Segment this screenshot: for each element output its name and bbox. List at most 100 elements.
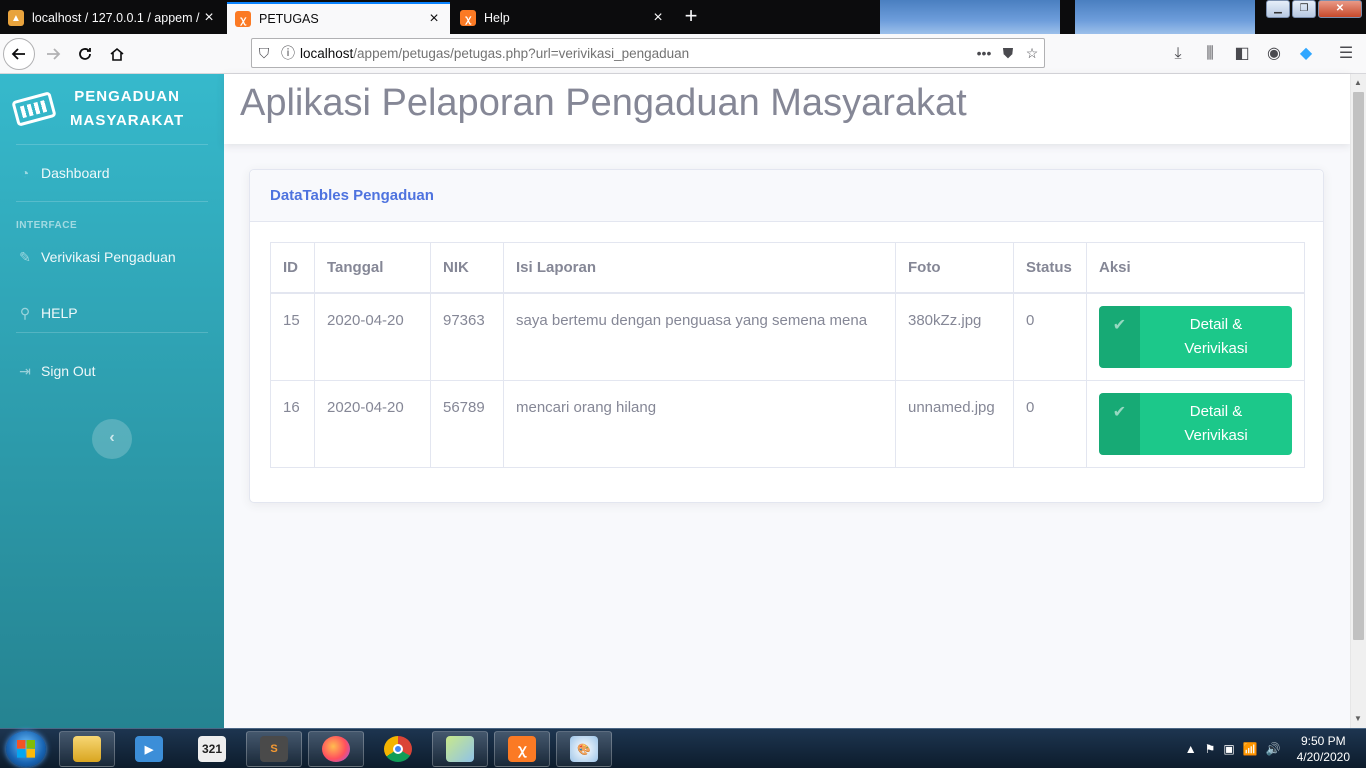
address-bar[interactable]: ⛉ ⓘ localhost/appem/petugas/petugas.php?…	[251, 38, 1045, 68]
sidebar-brand[interactable]: PENGADUAN MASYARAKAT	[0, 74, 224, 144]
taskbar-file-explorer[interactable]	[59, 731, 115, 767]
clock-date: 4/20/2020	[1296, 750, 1350, 764]
window-background	[880, 0, 1060, 34]
sublime-text-icon: S	[260, 736, 288, 762]
sign-out-icon: ⇥	[19, 362, 31, 379]
datatable-card: DataTables Pengaduan ID Tanggal NIK Isi …	[249, 169, 1324, 503]
downloads-icon[interactable]: ⤓	[1166, 42, 1190, 66]
taskbar-sublime-text[interactable]: S	[246, 731, 302, 767]
sidebar-toggle-button[interactable]: ‹	[92, 419, 132, 459]
account-icon[interactable]: ◉	[1262, 42, 1286, 66]
cell-aksi: ✔ Detail & Verivikasi	[1086, 380, 1305, 468]
start-button[interactable]	[6, 731, 46, 767]
info-icon[interactable]: ⓘ	[276, 43, 300, 63]
page-actions-icon[interactable]: •••	[972, 45, 996, 61]
cell-nik: 97363	[430, 292, 504, 381]
forward-button[interactable]	[37, 38, 69, 70]
button-label-line-2: Verivikasi	[1184, 427, 1248, 444]
taskbar-paint[interactable]: 🎨	[556, 731, 612, 767]
browser-tab-phpmyadmin[interactable]: ▲ localhost / 127.0.0.1 / appem / d ×	[0, 2, 225, 34]
home-icon	[110, 47, 124, 61]
back-button[interactable]	[3, 38, 35, 70]
sidebar-item-dashboard[interactable]: ◔ Dashboard	[0, 145, 224, 201]
shield-icon[interactable]: ⛉	[252, 45, 276, 62]
cell-nik: 56789	[430, 380, 504, 468]
arrow-left-icon	[11, 48, 25, 60]
close-tab-icon[interactable]: ×	[201, 10, 217, 26]
clock-time: 9:50 PM	[1300, 734, 1346, 748]
close-window-button[interactable]: ✕	[1318, 0, 1362, 18]
detail-verivikasi-button[interactable]: ✔ Detail & Verivikasi	[1099, 305, 1292, 368]
browser-tab-strip: ▲ localhost / 127.0.0.1 / appem / d × ꭓ …	[0, 0, 1366, 34]
taskbar-xampp[interactable]: ꭓ	[494, 731, 550, 767]
cell-tanggal: 2020-04-20	[314, 380, 431, 468]
taskbar-chrome[interactable]	[370, 731, 426, 767]
column-header-nik[interactable]: NIK	[430, 242, 504, 294]
column-header-tanggal[interactable]: Tanggal	[314, 242, 431, 294]
cell-aksi: ✔ Detail & Verivikasi	[1086, 292, 1305, 381]
scroll-down-arrow-icon[interactable]: ▼	[1354, 714, 1362, 723]
firefox-icon	[322, 736, 350, 762]
topbar: Aplikasi Pelaporan Pengaduan Masyarakat	[224, 74, 1350, 144]
bookmark-star-icon[interactable]: ☆	[1020, 45, 1044, 62]
chrome-icon	[384, 736, 412, 762]
new-tab-button[interactable]: +	[680, 4, 702, 28]
sidebar-item-verivikasi[interactable]: ✎ Verivikasi Pengaduan	[0, 238, 224, 276]
page-scrollbar[interactable]: ▲ ▼	[1350, 74, 1366, 728]
url-path: /appem/petugas/petugas.php?url=verivikas…	[353, 45, 690, 61]
sidebar-item-signout[interactable]: ⇥ Sign Out	[0, 333, 224, 409]
cell-status: 0	[1013, 380, 1087, 468]
table-header-row: ID Tanggal NIK Isi Laporan Foto Status A…	[270, 242, 1305, 294]
browser-navigation-bar: ⛉ ⓘ localhost/appem/petugas/petugas.php?…	[0, 34, 1366, 74]
sidebar-item-label: Dashboard	[41, 165, 110, 181]
keyboard-icon	[11, 91, 57, 127]
xampp-icon: ꭓ	[508, 736, 536, 762]
cell-foto: 380kZz.jpg	[895, 292, 1014, 381]
table-row: 16 2020-04-20 56789 mencari orang hilang…	[270, 380, 1305, 468]
close-tab-icon[interactable]: ×	[650, 10, 666, 26]
column-header-isi-laporan[interactable]: Isi Laporan	[503, 242, 896, 294]
tab-title: Help	[484, 11, 510, 25]
taskbar-firefox[interactable]	[308, 731, 364, 767]
paint-icon: 🎨	[570, 736, 598, 762]
column-header-status[interactable]: Status	[1013, 242, 1087, 294]
browser-tab-help[interactable]: ꭓ Help ×	[452, 2, 674, 34]
sidebar-item-label: Sign Out	[41, 363, 96, 379]
device-icon[interactable]: ▣	[1223, 742, 1234, 756]
show-hidden-icons-icon[interactable]: ▲	[1185, 742, 1197, 756]
media-player-icon: ▶	[135, 736, 163, 762]
taskbar-media-player[interactable]: ▶	[121, 731, 177, 767]
system-clock[interactable]: 9:50 PM 4/20/2020	[1297, 733, 1350, 765]
sidebar-item-label: HELP	[41, 305, 78, 321]
scrollbar-thumb[interactable]	[1353, 92, 1364, 640]
menu-icon[interactable]: ☰	[1334, 42, 1358, 66]
column-header-foto[interactable]: Foto	[895, 242, 1014, 294]
table-row: 15 2020-04-20 97363 saya bertemu dengan …	[270, 292, 1305, 381]
taskbar-sticky-notes[interactable]	[432, 731, 488, 767]
close-tab-icon[interactable]: ×	[426, 11, 442, 27]
action-center-flag-icon[interactable]: ⚑	[1205, 742, 1216, 756]
cell-foto: unnamed.jpg	[895, 380, 1014, 468]
detail-verivikasi-button[interactable]: ✔ Detail & Verivikasi	[1099, 393, 1292, 455]
reload-button[interactable]	[69, 38, 101, 70]
pengaduan-table: ID Tanggal NIK Isi Laporan Foto Status A…	[270, 242, 1305, 468]
column-header-id[interactable]: ID	[270, 242, 315, 294]
home-button[interactable]	[101, 38, 133, 70]
extension-icon[interactable]: ◆	[1294, 42, 1318, 66]
sidebar: PENGADUAN MASYARAKAT ◔ Dashboard INTERFA…	[0, 74, 224, 728]
network-icon[interactable]: 📶	[1243, 742, 1258, 756]
taskbar-calendar[interactable]: 321	[184, 731, 240, 767]
minimize-button[interactable]: ▁	[1266, 0, 1290, 18]
pocket-icon[interactable]: ⛊	[996, 45, 1020, 62]
sidebar-heading: INTERFACE	[16, 220, 78, 231]
scroll-up-arrow-icon[interactable]: ▲	[1354, 78, 1362, 87]
xampp-icon: ꭓ	[460, 10, 476, 26]
sidebar-icon[interactable]: ◧	[1230, 42, 1254, 66]
volume-icon[interactable]: 🔊	[1266, 742, 1281, 756]
brand-text: PENGADUAN MASYARAKAT	[70, 85, 184, 133]
browser-tab-petugas[interactable]: ꭓ PETUGAS ×	[227, 2, 450, 34]
maximize-button[interactable]: ❐	[1292, 0, 1316, 18]
calendar-icon: 321	[198, 736, 226, 762]
column-header-aksi[interactable]: Aksi	[1086, 242, 1305, 294]
library-icon[interactable]: ⫼	[1198, 42, 1222, 66]
